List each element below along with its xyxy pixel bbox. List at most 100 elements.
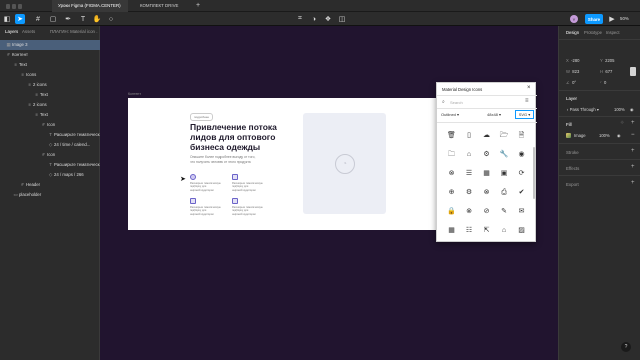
cancel-icon[interactable]: ⊗ — [482, 188, 491, 197]
fill-name[interactable]: Image — [574, 133, 586, 138]
layer-item[interactable]: ▭placeholder — [0, 190, 100, 200]
corner-radius-field[interactable]: ◜ 0 — [600, 80, 630, 85]
blend-mode-select[interactable]: ◑ Pass Through ▾ — [566, 107, 599, 112]
play-icon[interactable]: ▶ — [607, 14, 617, 24]
shape-tool-icon[interactable]: ▢ — [48, 14, 58, 24]
layer-item[interactable]: ≡ 2 icons — [0, 100, 100, 110]
view-agenda-icon[interactable]: ☰ — [465, 169, 474, 178]
component-icon[interactable]: ❖ — [323, 14, 333, 24]
layer-opacity[interactable]: 100% — [614, 107, 625, 112]
pen-tool-icon[interactable]: ✒ — [63, 14, 73, 24]
w-field[interactable]: W 823 — [566, 69, 596, 74]
h-field[interactable]: H 677 — [600, 69, 630, 74]
layer-item[interactable]: # Контент — [0, 50, 100, 60]
boolean-icon[interactable]: ◫ — [337, 14, 347, 24]
mail-icon[interactable]: ✉ — [517, 207, 526, 216]
tab-inspect[interactable]: Inspect — [606, 30, 620, 35]
main-menu-icon[interactable]: ◧ — [2, 14, 12, 24]
add-fill-icon[interactable]: + — [631, 120, 635, 126]
open-in-new-icon[interactable]: ⇱ — [482, 226, 491, 235]
album-icon[interactable]: ◉ — [517, 150, 526, 159]
add-circle-icon[interactable]: ⊕ — [447, 188, 456, 197]
avatar[interactable]: Y — [570, 15, 578, 23]
crop-icon[interactable]: ⌗ — [295, 14, 305, 24]
layer-item[interactable]: # Icon — [0, 150, 100, 160]
move-tool-icon[interactable]: ➤ — [15, 14, 25, 24]
zoom-level[interactable]: 50% — [620, 16, 629, 21]
tab-prototype[interactable]: Prototype — [584, 30, 602, 35]
add-stroke-icon[interactable]: + — [631, 148, 635, 154]
styles-icon[interactable]: ⁘ — [620, 120, 624, 126]
layer-item[interactable]: ≡ Text — [0, 60, 100, 70]
highlight-off-icon[interactable]: ⊘ — [482, 207, 491, 216]
x-field[interactable]: X -280 — [566, 58, 596, 63]
y-field[interactable]: Y 2205 — [600, 58, 630, 63]
phone-iphone-icon[interactable]: ▯ — [465, 131, 474, 140]
tab-assets[interactable]: Assets — [22, 29, 35, 34]
cancel-icon[interactable]: ⊗ — [447, 169, 456, 178]
tab-komplekt-drive[interactable]: КОМПЛЕКТ DRIVE — [134, 0, 188, 12]
help-button[interactable]: ? — [621, 342, 631, 352]
remove-fill-icon[interactable]: − — [631, 132, 635, 138]
size-select[interactable]: 48x48 ▾ — [487, 112, 501, 117]
layer-item[interactable]: ◇ 24 / maps / 266 — [0, 170, 100, 180]
eye-icon[interactable]: ◉ — [617, 133, 621, 138]
text-tool-icon[interactable]: T — [78, 14, 88, 24]
content-frame[interactable]: подробнее Привлечение потока лидов для о… — [128, 98, 436, 230]
hand-tool-icon[interactable]: ✋ — [92, 14, 102, 24]
layer-item[interactable]: # Icon — [0, 120, 100, 130]
check-circle-icon[interactable]: ✔ — [517, 188, 526, 197]
frame-tool-icon[interactable]: # — [33, 14, 43, 24]
description-icon[interactable]: 🗎 — [517, 131, 526, 140]
fill-swatch[interactable] — [566, 133, 571, 138]
tab-layers[interactable]: Layers — [5, 29, 18, 34]
figma-menu[interactable] — [0, 0, 28, 12]
rate-review-icon[interactable]: ✎ — [500, 207, 509, 216]
image-placeholder[interactable]: ◔ — [303, 113, 386, 214]
comment-tool-icon[interactable]: ○ — [106, 14, 116, 24]
delete-icon[interactable]: 🗑 — [447, 131, 456, 140]
eye-icon[interactable]: ◉ — [630, 107, 634, 112]
layer-item[interactable]: ≡ Text — [0, 110, 100, 120]
build-icon[interactable]: 🔧 — [500, 150, 509, 159]
payments-icon[interactable]: ▣ — [500, 169, 509, 178]
settings-icon[interactable]: ⚙ — [465, 188, 474, 197]
scrollbar[interactable] — [533, 147, 535, 199]
fill-opacity[interactable]: 100% — [599, 133, 610, 138]
settings-icon[interactable]: ⚙ — [482, 150, 491, 159]
mask-icon[interactable]: ◑ — [309, 14, 319, 24]
search-input[interactable]: Search — [450, 100, 463, 105]
add-effect-icon[interactable]: + — [631, 164, 635, 170]
constrain-proportions-icon[interactable] — [630, 67, 636, 76]
layer-item[interactable]: ◇ 24 / time / calend... — [0, 140, 100, 150]
layer-item[interactable]: ≡ 2 icons — [0, 80, 100, 90]
layer-item[interactable]: T Расширьте тематическ... — [0, 160, 100, 170]
folder-open-icon[interactable]: 🗁 — [500, 131, 509, 140]
layer-item[interactable]: ≡ Text — [0, 90, 100, 100]
local-printshop-icon[interactable]: ⎙ — [500, 188, 509, 197]
new-tab-button[interactable]: + — [190, 0, 204, 12]
folder-icon[interactable]: 🗀 — [447, 150, 456, 159]
menu-icon[interactable]: ≡ — [525, 98, 529, 104]
layer-item[interactable]: ▦Image 3 — [0, 40, 100, 50]
style-select[interactable]: Outlined ▾ — [441, 112, 459, 117]
rotation-field[interactable]: ∠ 0° — [566, 80, 596, 85]
lock-icon[interactable]: 🔒 — [447, 207, 456, 216]
layer-item[interactable]: ≡ Icons — [0, 70, 100, 80]
home-icon[interactable]: ⌂ — [500, 226, 509, 235]
tab-uroki-figma[interactable]: Уроки Figma (FIGMA.CENTER) — [52, 0, 128, 12]
share-button[interactable]: Share — [585, 14, 603, 24]
cached-icon[interactable]: ⟳ — [517, 169, 526, 178]
photo-icon[interactable]: ▨ — [517, 226, 526, 235]
page-selector[interactable]: ПЛАГИН: Material icon ... — [50, 29, 98, 34]
tab-design[interactable]: Design — [566, 30, 579, 35]
frame-label[interactable]: Контент — [128, 92, 141, 96]
format-select[interactable]: SVG ▾ — [515, 110, 534, 119]
domain-icon[interactable]: ▦ — [482, 169, 491, 178]
layer-item[interactable]: T Расширьте тематическ... — [0, 130, 100, 140]
cloud-upload-icon[interactable]: ☁ — [482, 131, 491, 140]
view-list-icon[interactable]: ☷ — [465, 226, 474, 235]
close-icon[interactable]: × — [527, 85, 531, 91]
layer-item[interactable]: # Header — [0, 180, 100, 190]
domain-icon[interactable]: ▦ — [447, 226, 456, 235]
